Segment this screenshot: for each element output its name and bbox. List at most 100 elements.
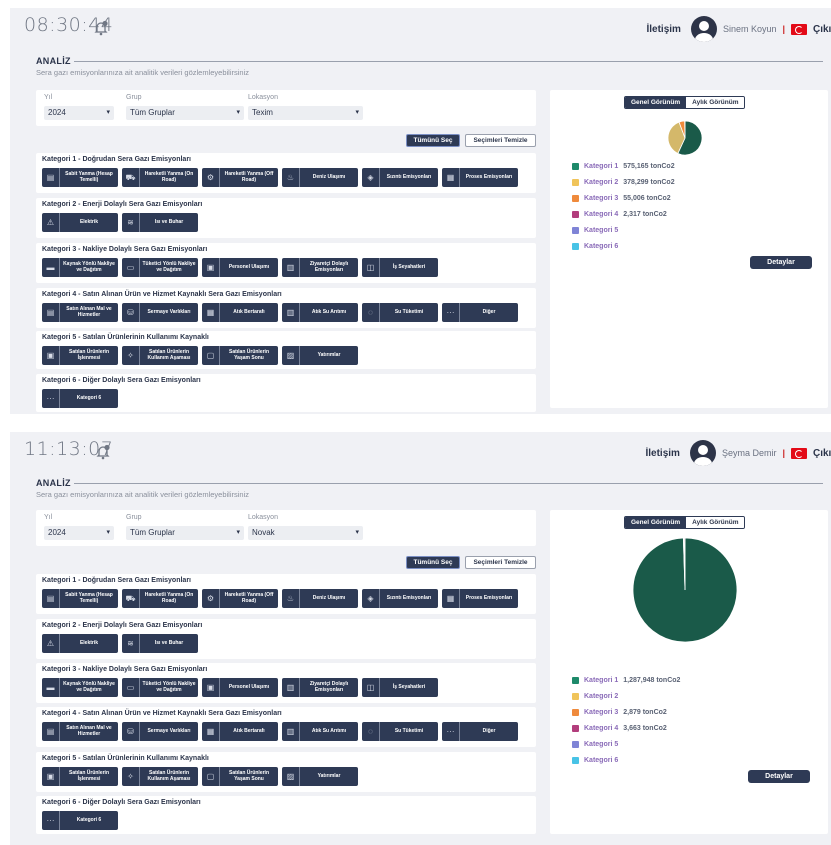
legend-item[interactable]: Kategori 1 575,165 tonCo2 [572,158,675,174]
year-select[interactable]: 2024 ▾ [44,526,114,540]
category-item-button[interactable]: ▥ Ziyaretçi Dolaylı Emisyonları [282,678,358,697]
category-title: Kategori 4 - Satın Alınan Ürün ve Hizmet… [42,710,282,717]
legend-item[interactable]: Kategori 6 [572,238,675,254]
category-item-button[interactable]: ▣ Personel Ulaşımı [202,258,278,277]
category-item-button[interactable]: ··· Kategori 6 [42,811,118,830]
legend-item[interactable]: Kategori 3 55,006 tonCo2 [572,190,675,206]
avatar[interactable] [690,16,717,42]
category-item-button[interactable]: ⚠ Elektrik [42,213,118,232]
category-item-button[interactable]: ▦ Proses Emisyonları [442,589,518,608]
category-item-button[interactable]: ▥ Atık Su Arıtımı [282,303,358,322]
category-item-button[interactable]: ✧ Satılan Ürünlerin Kullanım Aşaması [122,346,198,365]
group-select[interactable]: Tüm Gruplar ▾ [126,526,244,540]
category-item-button[interactable]: ▤ Satın Alınan Mal ve Hizmetler [42,303,118,322]
exit-link[interactable]: Çıkış [813,448,831,459]
details-button[interactable]: Detaylar [748,770,810,783]
category-item-button[interactable]: ≋ Isı ve Buhar [122,213,198,232]
select-all-button[interactable]: Tümünü Seç [406,556,460,569]
location-select[interactable]: Texim ▾ [248,106,363,120]
category-item-label: Proses Emisyonları [465,594,513,601]
category-item-button[interactable]: ◈ Sızıntı Emisyonları [362,168,438,187]
category-item-button[interactable]: ▢ Satılan Ürünlerin Yaşam Sonu [202,767,278,786]
avatar[interactable] [689,440,716,466]
notification-bell-icon[interactable] [94,20,108,36]
category-item-button[interactable]: ▭ Tüketici Yönlü Nakliye ve Dağıtım [122,258,198,277]
category-item-button[interactable]: ▥ Ziyaretçi Dolaylı Emisyonları [282,258,358,277]
category-item-button[interactable]: ▣ Satılan Ürünlerin İşlenmesi [42,767,118,786]
tab-general-view[interactable]: Genel Görünüm [625,517,687,528]
category-item-button[interactable]: ⛟ Hareketli Yanma (On Road) [122,589,198,608]
category-item-button[interactable]: ◌ Su Tüketimi [362,722,438,741]
legend-item[interactable]: Kategori 5 [572,222,675,238]
category-item-button[interactable]: ▭ Tüketici Yönlü Nakliye ve Dağıtım [122,678,198,697]
investment-icon: ▨ [282,767,300,786]
contact-link[interactable]: İletişim [646,24,680,35]
user-name[interactable]: Sinem Koyun [723,24,777,34]
category-item-button[interactable]: ▦ Proses Emisyonları [442,168,518,187]
category-item-button[interactable]: ▣ Satılan Ürünlerin İşlenmesi [42,346,118,365]
category-item-button[interactable]: ▦ Atık Bertarafı [202,303,278,322]
group-select[interactable]: Tüm Gruplar ▾ [126,106,244,120]
category-item-button[interactable]: ⛟ Hareketli Yanma (On Road) [122,168,198,187]
location-select[interactable]: Novak ▾ [248,526,363,540]
category-title: Kategori 1 - Doğrudan Sera Gazı Emisyonl… [42,577,191,584]
category-item-button[interactable]: ▤ Sabit Yanma (Hesap Temelli) [42,589,118,608]
category-item-button[interactable]: ··· Kategori 6 [42,389,118,408]
exit-link[interactable]: Çıkış [813,24,831,35]
chevron-down-icon: ▾ [106,529,110,536]
legend-swatch [572,724,579,732]
category-item-button[interactable]: ▨ Yatırımlar [282,767,358,786]
clear-selection-button[interactable]: Seçimleri Temizle [465,556,536,569]
category-item-button[interactable]: ··· Diğer [442,722,518,741]
turkey-flag-icon[interactable] [791,447,807,459]
waste-icon: ▦ [202,722,220,741]
category-item-button[interactable]: ◫ İş Seyahatleri [362,258,438,277]
tab-monthly-view[interactable]: Aylık Görünüm [686,97,745,108]
category-item-button[interactable]: ⚙ Hareketli Yanma (Off Road) [202,168,278,187]
category-item-button[interactable]: ◫ İş Seyahatleri [362,678,438,697]
category-item-button[interactable]: ♨ Deniz Ulaşımı [282,589,358,608]
category-item-button[interactable]: ⚠ Elektrik [42,634,118,653]
category-item-button[interactable]: ◌ Su Tüketimi [362,303,438,322]
category-item-button[interactable]: ⚙ Hareketli Yanma (Off Road) [202,589,278,608]
tab-general-view[interactable]: Genel Görünüm [625,97,687,108]
legend-item[interactable]: Kategori 5 [572,736,680,752]
notification-bell-icon[interactable] [96,444,110,460]
category-item-button[interactable]: ▢ Satılan Ürünlerin Yaşam Sonu [202,346,278,365]
category-item-button[interactable]: ▬ Kaynak Yönlü Nakliye ve Dağıtım [42,258,118,277]
clear-selection-button[interactable]: Seçimleri Temizle [465,134,536,147]
legend-item[interactable]: Kategori 2 [572,688,680,704]
category-item-label: Diğer [482,727,496,734]
legend-item[interactable]: Kategori 3 2,879 tonCo2 [572,704,680,720]
turkey-flag-icon[interactable] [791,23,807,35]
category-item-button[interactable]: ♨ Deniz Ulaşımı [282,168,358,187]
category-item-button[interactable]: ⛁ Sermaye Varlıkları [122,722,198,741]
category-item-button[interactable]: ✧ Satılan Ürünlerin Kullanım Aşaması [122,767,198,786]
category-item-button[interactable]: ▤ Satın Alınan Mal ve Hizmetler [42,722,118,741]
legend-item[interactable]: Kategori 1 1,287,948 tonCo2 [572,672,680,688]
category-item-button[interactable]: ≋ Isı ve Buhar [122,634,198,653]
category-item-button[interactable]: ▥ Atık Su Arıtımı [282,722,358,741]
category-item-button[interactable]: ▤ Sabit Yanma (Hesap Temelli) [42,168,118,187]
contact-link[interactable]: İletişim [645,448,679,459]
category-section: Kategori 2 - Enerji Dolaylı Sera Gazı Em… [36,198,536,238]
user-name[interactable]: Şeyma Demir [722,448,777,458]
legend-item[interactable]: Kategori 2 378,299 tonCo2 [572,174,675,190]
category-item-button[interactable]: ◈ Sızıntı Emisyonları [362,589,438,608]
legend-item[interactable]: Kategori 4 2,317 tonCo2 [572,206,675,222]
details-button[interactable]: Detaylar [750,256,812,269]
select-all-button[interactable]: Tümünü Seç [406,134,460,147]
page-subtitle: Sera gazı emisyonlarınıza ait analitik v… [36,68,250,77]
legend-item[interactable]: Kategori 4 3,663 tonCo2 [572,720,680,736]
category-item-button[interactable]: ▬ Kaynak Yönlü Nakliye ve Dağıtım [42,678,118,697]
year-select[interactable]: 2024 ▾ [44,106,114,120]
bin-icon: ▢ [202,346,220,365]
category-item-button[interactable]: ▦ Atık Bertarafı [202,722,278,741]
category-item-button[interactable]: ··· Diğer [442,303,518,322]
legend-item[interactable]: Kategori 6 [572,752,680,768]
category-section: Kategori 6 - Diğer Dolaylı Sera Gazı Emi… [36,796,536,834]
category-item-button[interactable]: ▣ Personel Ulaşımı [202,678,278,697]
tab-monthly-view[interactable]: Aylık Görünüm [686,517,745,528]
category-item-button[interactable]: ▨ Yatırımlar [282,346,358,365]
category-item-button[interactable]: ⛁ Sermaye Varlıkları [122,303,198,322]
